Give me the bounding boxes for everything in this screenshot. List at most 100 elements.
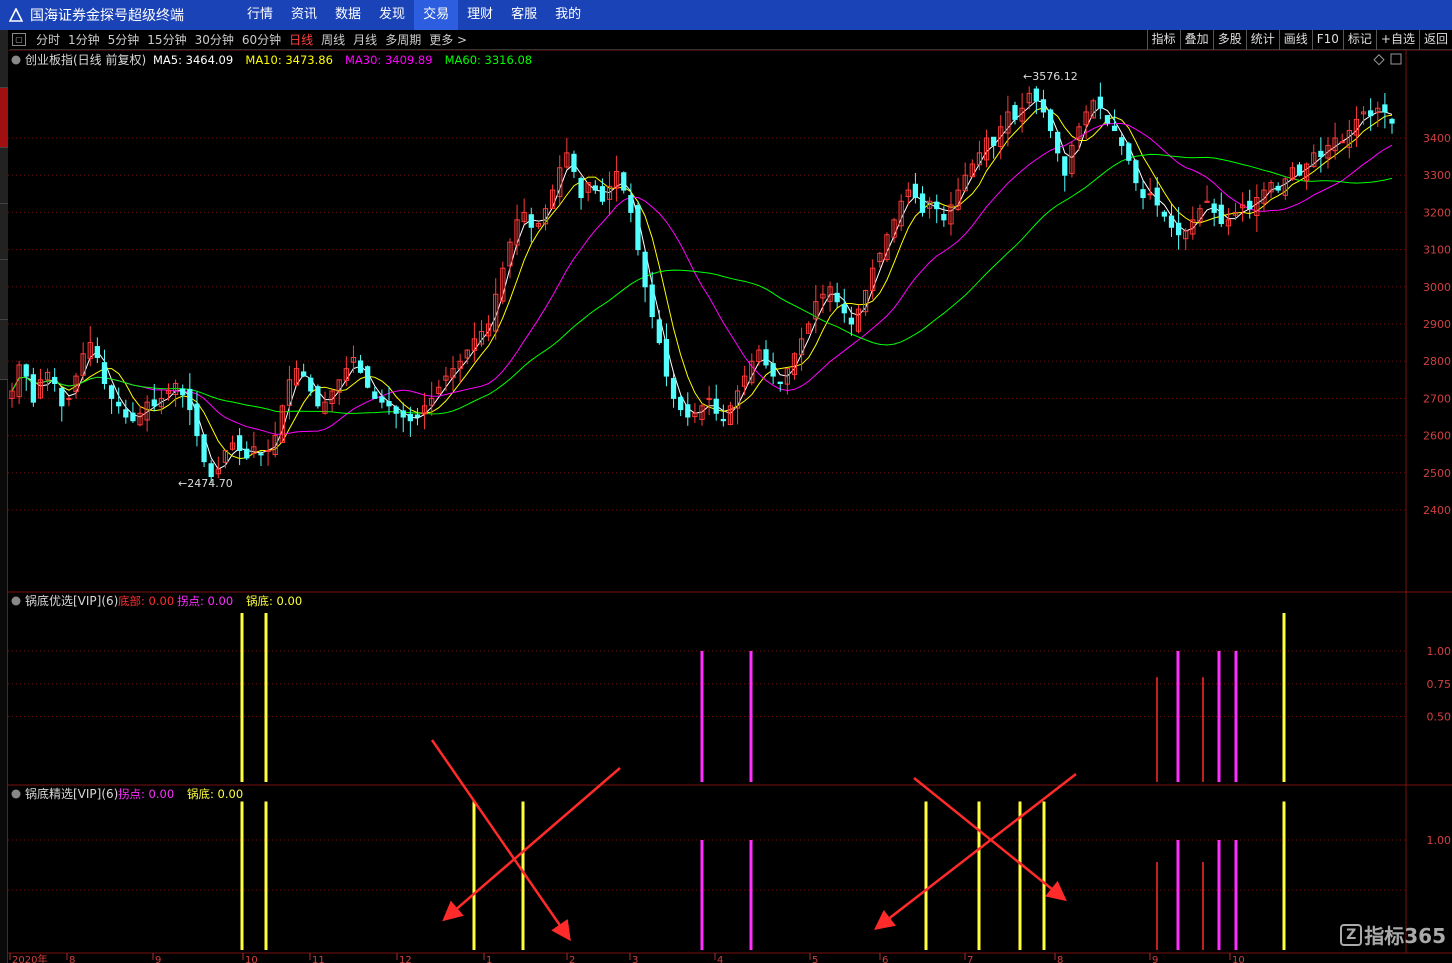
x-tick-label: 9 [155, 955, 161, 963]
ma-value-0: MA5: 3464.09 [153, 53, 233, 67]
candle-body [393, 406, 399, 414]
candle-body [1247, 200, 1253, 210]
menu-item-3[interactable]: 发现 [370, 0, 414, 30]
candle-body [265, 449, 271, 452]
period-toolbar: ▢ 分时 1分钟 5分钟 15分钟 30分钟 60分钟 日线 周线 月线 多周期 更多 > 指标 叠加… [10, 30, 1452, 50]
x-tick-label: 10 [245, 955, 258, 963]
menu-item-6[interactable]: 客服 [502, 0, 546, 30]
x-tick-label: 10 [1232, 955, 1245, 963]
period-tab-6[interactable]: 日线 [285, 31, 317, 48]
tool-button-4[interactable]: 画线 [1278, 30, 1312, 50]
menu-item-1[interactable]: 资讯 [282, 0, 326, 30]
candle-body [315, 386, 321, 407]
candle-body [1318, 150, 1324, 158]
candle-body [1296, 164, 1303, 176]
tool-button-3[interactable]: 统计 [1245, 30, 1279, 50]
ind2-collapse-icon [11, 789, 21, 799]
ind1-title: 锅底优选[VIP](6) [25, 593, 118, 608]
left-strip-segment[interactable] [0, 260, 8, 320]
period-tab-0[interactable]: 分时 [32, 31, 64, 48]
candle-body [130, 412, 136, 422]
tool-button-1[interactable]: 叠加 [1179, 30, 1213, 50]
main-y-tick: 3300 [1423, 169, 1451, 182]
ind1-bar [1282, 613, 1286, 782]
left-strip-segment[interactable] [0, 148, 8, 204]
tool-button-2[interactable]: 多股 [1212, 30, 1246, 50]
candlestick-series [9, 82, 1395, 484]
main-title: 创业板指(日线 前复权) [25, 52, 146, 67]
ind2-bar [700, 840, 704, 950]
candle-body [52, 376, 58, 385]
candle-body [1040, 99, 1047, 113]
ind2-bar [749, 840, 753, 950]
period-tab-9[interactable]: 多周期 [381, 31, 425, 48]
left-strip-segment[interactable] [0, 30, 8, 88]
tool-button-5[interactable]: F10 [1311, 30, 1343, 50]
left-strip-segment-active[interactable] [0, 88, 8, 148]
candle-body [66, 397, 72, 400]
period-tab-5[interactable]: 60分钟 [238, 31, 285, 48]
menu-item-4[interactable]: 交易 [414, 0, 459, 30]
main-y-tick: 2400 [1423, 504, 1451, 517]
menu-item-7[interactable]: 我的 [546, 0, 590, 30]
panel-toggle-icon[interactable]: ▢ [12, 33, 26, 46]
candle-body [528, 214, 534, 228]
period-tab-1[interactable]: 1分钟 [64, 31, 104, 48]
period-tab-4[interactable]: 30分钟 [191, 31, 238, 48]
candle-body [357, 360, 364, 373]
menu-item-0[interactable]: 行情 [238, 0, 282, 30]
candle-body [1111, 125, 1118, 132]
candle-body [1119, 137, 1125, 146]
candle-body [101, 362, 108, 385]
candle-body [301, 371, 307, 377]
candle-body [1062, 156, 1068, 176]
period-tab-7[interactable]: 周线 [317, 31, 349, 48]
tool-button-8[interactable]: 返回 [1418, 30, 1452, 50]
ind1-y-tick: 1.00 [1427, 645, 1452, 658]
candle-body [912, 183, 919, 199]
title-bar: 国海证券金探号超级终端 行情 资讯 数据 发现 交易 理财 客服 我的 [0, 0, 1452, 30]
period-tab-8[interactable]: 月线 [349, 31, 381, 48]
main-menu: 行情 资讯 数据 发现 交易 理财 客服 我的 [238, 0, 590, 30]
candle-body [151, 399, 157, 407]
period-tab-3[interactable]: 15分钟 [143, 31, 190, 48]
ind1-bar [700, 651, 704, 782]
period-tab-2[interactable]: 5分钟 [104, 31, 144, 48]
candle-body [1012, 105, 1018, 120]
left-strip-segment[interactable] [0, 204, 8, 260]
tool-button-6[interactable]: 标记 [1342, 30, 1376, 50]
indicator1-bars [240, 613, 1286, 782]
ind1-bar [1234, 651, 1238, 782]
red-cross-line [442, 767, 621, 922]
ind2-bar [1018, 801, 1022, 950]
chart-grid [8, 50, 1452, 954]
candle-body [834, 292, 840, 303]
left-strip-segment[interactable] [0, 320, 8, 380]
candle-body [1382, 104, 1388, 113]
menu-item-2[interactable]: 数据 [326, 0, 370, 30]
candle-body [1097, 96, 1103, 109]
chart-area[interactable]: 2020年 8 9 10 11 12 1 2 3 4 5 6 7 8 9 10 340033003200310… [8, 50, 1452, 963]
period-tabs: 分时 1分钟 5分钟 15分钟 30分钟 60分钟 日线 周线 月线 多周期 更多 > [32, 31, 471, 48]
candle-body [777, 381, 783, 385]
candle-body [1104, 115, 1111, 124]
red-cross-line [874, 773, 1077, 931]
candle-body [94, 346, 100, 358]
menu-item-5[interactable]: 理财 [458, 0, 502, 30]
tool-button-7[interactable]: +自选 [1375, 30, 1419, 50]
ind2-bar [1042, 801, 1046, 950]
candle-body [372, 391, 378, 399]
ind1-bar [264, 613, 268, 782]
ind1-field-0: 底部: 0.00 [118, 594, 174, 608]
tool-button-0[interactable]: 指标 [1146, 30, 1180, 50]
ind1-bar [240, 613, 244, 782]
app-title: 国海证券金探号超级终端 [30, 8, 184, 24]
candle-body [1161, 211, 1168, 217]
x-tick-label: 7 [967, 955, 973, 963]
period-tab-10[interactable]: 更多 > [425, 31, 471, 48]
candle-body [1211, 203, 1217, 213]
candle-body [571, 153, 577, 172]
ind2-field-0: 拐点: 0.00 [118, 787, 174, 801]
ind1-collapse-icon [11, 596, 21, 606]
candle-body [379, 396, 385, 403]
